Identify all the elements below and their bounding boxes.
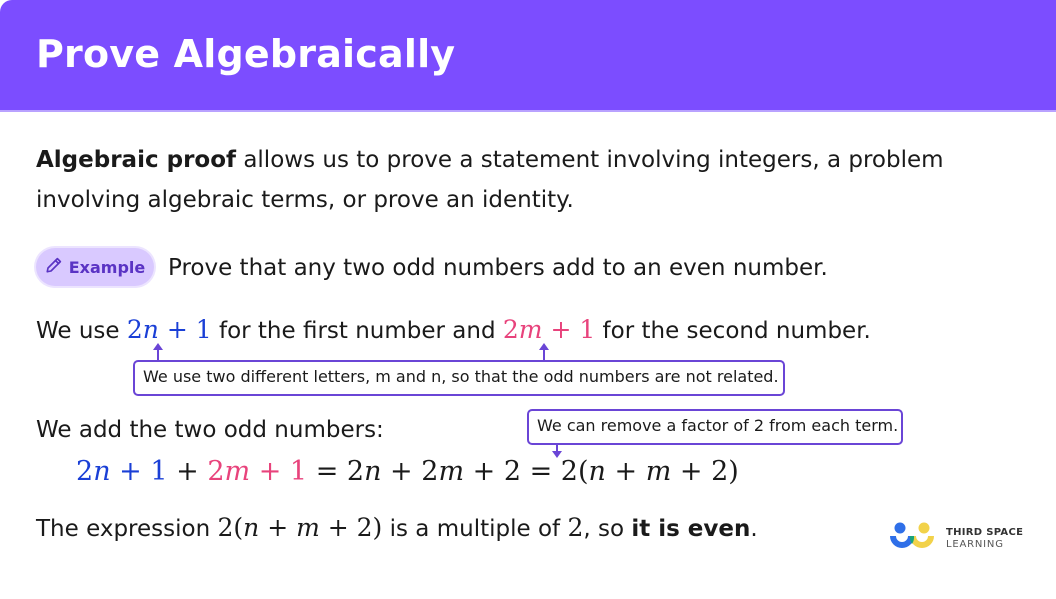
intro-bold-term: Algebraic proof xyxy=(36,147,237,173)
expr-2m-plus-1: 2m + 1 xyxy=(502,315,596,344)
logo-mark-icon xyxy=(888,522,936,556)
step2-intro: We add the two odd numbers: xyxy=(36,417,384,443)
intro-line-1-rest: allows us to prove a statement involving… xyxy=(236,147,944,173)
term-2m-plus-1: 2m + 1 xyxy=(207,456,308,487)
conclusion-bold: it is even xyxy=(631,516,751,542)
step1-prefix: We use xyxy=(36,318,127,344)
third-space-learning-logo: THIRD SPACE LEARNING xyxy=(888,522,1023,556)
logo-line-1: THIRD SPACE xyxy=(946,527,1024,538)
logo-text: THIRD SPACE LEARNING xyxy=(946,527,1023,551)
pencil-icon xyxy=(45,256,63,278)
conclusion-line: The expression 2(n + m + 2) is a multipl… xyxy=(36,513,758,542)
callout-letters-note: We use two different letters, m and n, s… xyxy=(133,360,785,396)
example-badge-label: Example xyxy=(68,257,146,277)
header-banner: Prove Algebraically xyxy=(0,0,1056,112)
example-statement: Prove that any two odd numbers add to an… xyxy=(168,255,828,281)
sum-equation: 2n + 1 + 2m + 1 = 2n + 2m + 2 = 2(n + m … xyxy=(76,456,739,487)
page-title: Prove Algebraically xyxy=(36,32,456,76)
step1-middle: for the first number and xyxy=(211,318,503,344)
example-badge: Example xyxy=(36,248,154,286)
intro-line-1: Algebraic proof allows us to prove a sta… xyxy=(36,140,944,180)
conclusion-prefix: The expression xyxy=(36,516,218,542)
step1-suffix: for the second number. xyxy=(595,318,871,344)
intro-line-2: involving algebraic terms, or prove an i… xyxy=(36,187,574,213)
number-two: 2 xyxy=(567,513,584,542)
logo-line-2: LEARNING xyxy=(946,539,1004,550)
factored-expression: 2(n + m + 2) xyxy=(217,513,383,542)
callout-factor-note: We can remove a factor of 2 from each te… xyxy=(527,409,903,445)
conclusion-middle: is a multiple of xyxy=(382,516,568,542)
expr-2n-plus-1: 2n + 1 xyxy=(126,315,212,344)
term-2n-plus-1: 2n + 1 xyxy=(76,456,168,487)
